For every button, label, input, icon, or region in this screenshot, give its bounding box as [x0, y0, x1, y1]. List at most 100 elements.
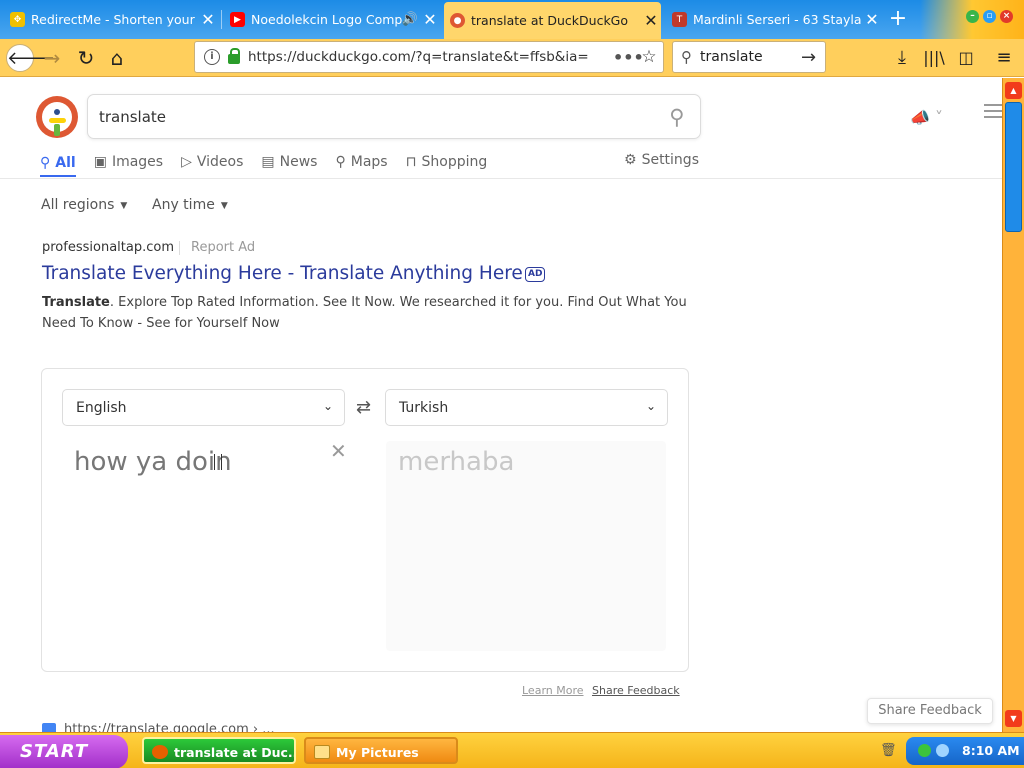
tab-label: All	[55, 154, 76, 171]
recycle-bin-icon[interactable]: 🗑	[880, 743, 897, 758]
network-icon[interactable]	[918, 744, 931, 757]
start-button[interactable]: START	[0, 735, 128, 768]
close-tab-icon[interactable]: ✕	[641, 11, 661, 30]
menu-icon[interactable]: ≡	[990, 44, 1018, 72]
settings-label: Settings	[641, 152, 699, 168]
report-ad-link[interactable]: Report Ad	[191, 240, 255, 255]
ad-domain[interactable]: professionaltap.com	[42, 240, 174, 255]
region-filter-label: All regions	[41, 197, 115, 213]
url-text[interactable]: https://duckduckgo.com/?q=translate&t=ff…	[248, 49, 613, 65]
close-window-button[interactable]: ×	[1000, 10, 1013, 23]
ad-title-link[interactable]: Translate Everything Here - Translate An…	[42, 263, 523, 284]
page-actions-icon[interactable]: •••	[613, 48, 644, 67]
close-tab-icon[interactable]: ✕	[198, 10, 218, 29]
ad-snippet-bold: Translate	[42, 295, 110, 310]
speaker-icon[interactable]: 🔊	[402, 12, 418, 27]
browser-search-field[interactable]: ⚲ translate →	[672, 41, 826, 73]
youtube-icon: ▶	[230, 12, 245, 27]
vertical-scrollbar[interactable]: ▲ ▼	[1002, 78, 1024, 732]
duckduckgo-favicon-icon: ●	[450, 13, 465, 28]
learn-more-link[interactable]: Learn More	[522, 684, 584, 697]
image-icon: ▣	[93, 154, 107, 170]
move-icon: ✥	[10, 12, 25, 27]
search-icon[interactable]: ⚲	[654, 105, 700, 129]
tab-bar: ✥ RedirectMe - Shorten your L ✕ ▶ Noedol…	[0, 0, 1024, 39]
sidebar-icon[interactable]: ◫	[952, 44, 980, 72]
region-filter[interactable]: All regions ▼	[41, 197, 127, 213]
forward-icon[interactable]: →	[38, 44, 66, 72]
tab-redirectme[interactable]: ✥ RedirectMe - Shorten your L ✕	[4, 4, 218, 35]
map-pin-icon: ⚲	[335, 154, 346, 170]
tab-title: translate at DuckDuckGo	[471, 13, 629, 28]
tab-images[interactable]: ▣ Images	[94, 150, 163, 174]
tab-duckduckgo[interactable]: ● translate at DuckDuckGo ✕	[444, 2, 661, 39]
ddg-search-box[interactable]: translate ⚲	[87, 94, 701, 139]
divider	[179, 241, 180, 255]
source-text-input[interactable]: how ya doin	[74, 447, 232, 477]
duckduckgo-logo[interactable]	[36, 96, 78, 138]
volume-icon[interactable]	[936, 744, 949, 757]
share-feedback-link[interactable]: Share Feedback	[592, 684, 680, 697]
tab-title: Mardinli Serseri - 63 Stayla	[693, 12, 862, 27]
tab-youtube[interactable]: ▶ Noedolekcin Logo Compi 🔊 ✕	[224, 4, 440, 35]
tab-title: RedirectMe - Shorten your L	[31, 12, 198, 27]
megaphone-icon[interactable]: 📣 ˅	[910, 108, 943, 127]
settings-button[interactable]: ⚙ Settings	[624, 152, 699, 168]
search-icon: ⚲	[681, 48, 692, 66]
tab-news[interactable]: ▤ News	[261, 150, 317, 174]
tab-label: Shopping	[421, 154, 488, 170]
scroll-down-arrow-icon[interactable]: ▼	[1005, 710, 1022, 727]
scroll-up-arrow-icon[interactable]: ▲	[1005, 82, 1022, 99]
home-icon[interactable]: ⌂	[103, 44, 131, 72]
share-feedback-button[interactable]: Share Feedback	[867, 698, 993, 724]
tab-all[interactable]: ⚲ All	[40, 150, 76, 177]
target-language-select[interactable]: Turkish ⌄	[385, 389, 668, 426]
play-icon: ▷	[181, 154, 192, 170]
search-input[interactable]: translate	[99, 108, 654, 126]
target-language-label: Turkish	[399, 399, 449, 416]
tab-mardinli[interactable]: T Mardinli Serseri - 63 Stayla ✕	[666, 4, 882, 35]
clock[interactable]: 8:10 AM	[962, 737, 1020, 765]
shopping-bag-icon: ⊓	[405, 154, 417, 170]
bookmark-star-icon[interactable]: ☆	[635, 47, 663, 67]
tab-shopping[interactable]: ⊓ Shopping	[406, 150, 488, 174]
source-language-label: English	[76, 399, 127, 416]
minimize-button[interactable]: –	[966, 10, 979, 23]
google-translate-favicon-icon	[42, 722, 56, 732]
time-filter[interactable]: Any time ▼	[152, 197, 228, 213]
scroll-thumb[interactable]	[1005, 102, 1022, 232]
translated-text: merhaba	[398, 447, 515, 477]
taskbar-item-label: My Pictures	[336, 745, 419, 760]
info-icon[interactable]: i	[204, 49, 220, 65]
taskbar-item-my-pictures[interactable]: My Pictures	[304, 737, 458, 764]
news-icon: ▤	[261, 154, 275, 170]
hamburger-menu-icon[interactable]	[984, 104, 1002, 122]
search-value[interactable]: translate	[700, 49, 801, 65]
firefox-icon	[152, 745, 168, 759]
library-icon[interactable]: |||\	[920, 44, 948, 72]
folder-icon	[314, 745, 330, 759]
site-favicon-icon: T	[672, 12, 687, 27]
maximize-button[interactable]: ▫	[983, 10, 996, 23]
swap-languages-icon[interactable]: ⇄	[356, 397, 371, 418]
close-tab-icon[interactable]: ✕	[420, 10, 440, 29]
back-icon[interactable]: 🡐	[6, 44, 55, 72]
search-icon: ⚲	[40, 154, 51, 171]
settings-sliders-icon: ⚙	[624, 152, 637, 168]
chevron-down-icon: ⌄	[322, 399, 333, 413]
tab-videos[interactable]: ▷ Videos	[181, 150, 243, 174]
next-result-url[interactable]: https://translate.google.com › ...	[42, 722, 275, 732]
search-go-icon[interactable]: →	[801, 47, 825, 68]
source-language-select[interactable]: English ⌄	[62, 389, 345, 426]
reload-icon[interactable]: ↻	[72, 44, 100, 72]
caret-down-icon: ▼	[220, 201, 228, 211]
taskbar-item-firefox[interactable]: translate at Duc...	[142, 737, 296, 764]
tab-maps[interactable]: ⚲ Maps	[335, 150, 387, 174]
tab-title: Noedolekcin Logo Compi	[251, 12, 402, 27]
clear-icon[interactable]: ✕	[330, 439, 347, 463]
new-tab-button[interactable]: +	[886, 8, 910, 32]
close-tab-icon[interactable]: ✕	[862, 10, 882, 29]
address-bar[interactable]: i https://duckduckgo.com/?q=translate&t=…	[194, 41, 664, 73]
download-icon[interactable]: ⤓	[888, 44, 916, 72]
chevron-down-icon: ⌄	[645, 399, 656, 413]
